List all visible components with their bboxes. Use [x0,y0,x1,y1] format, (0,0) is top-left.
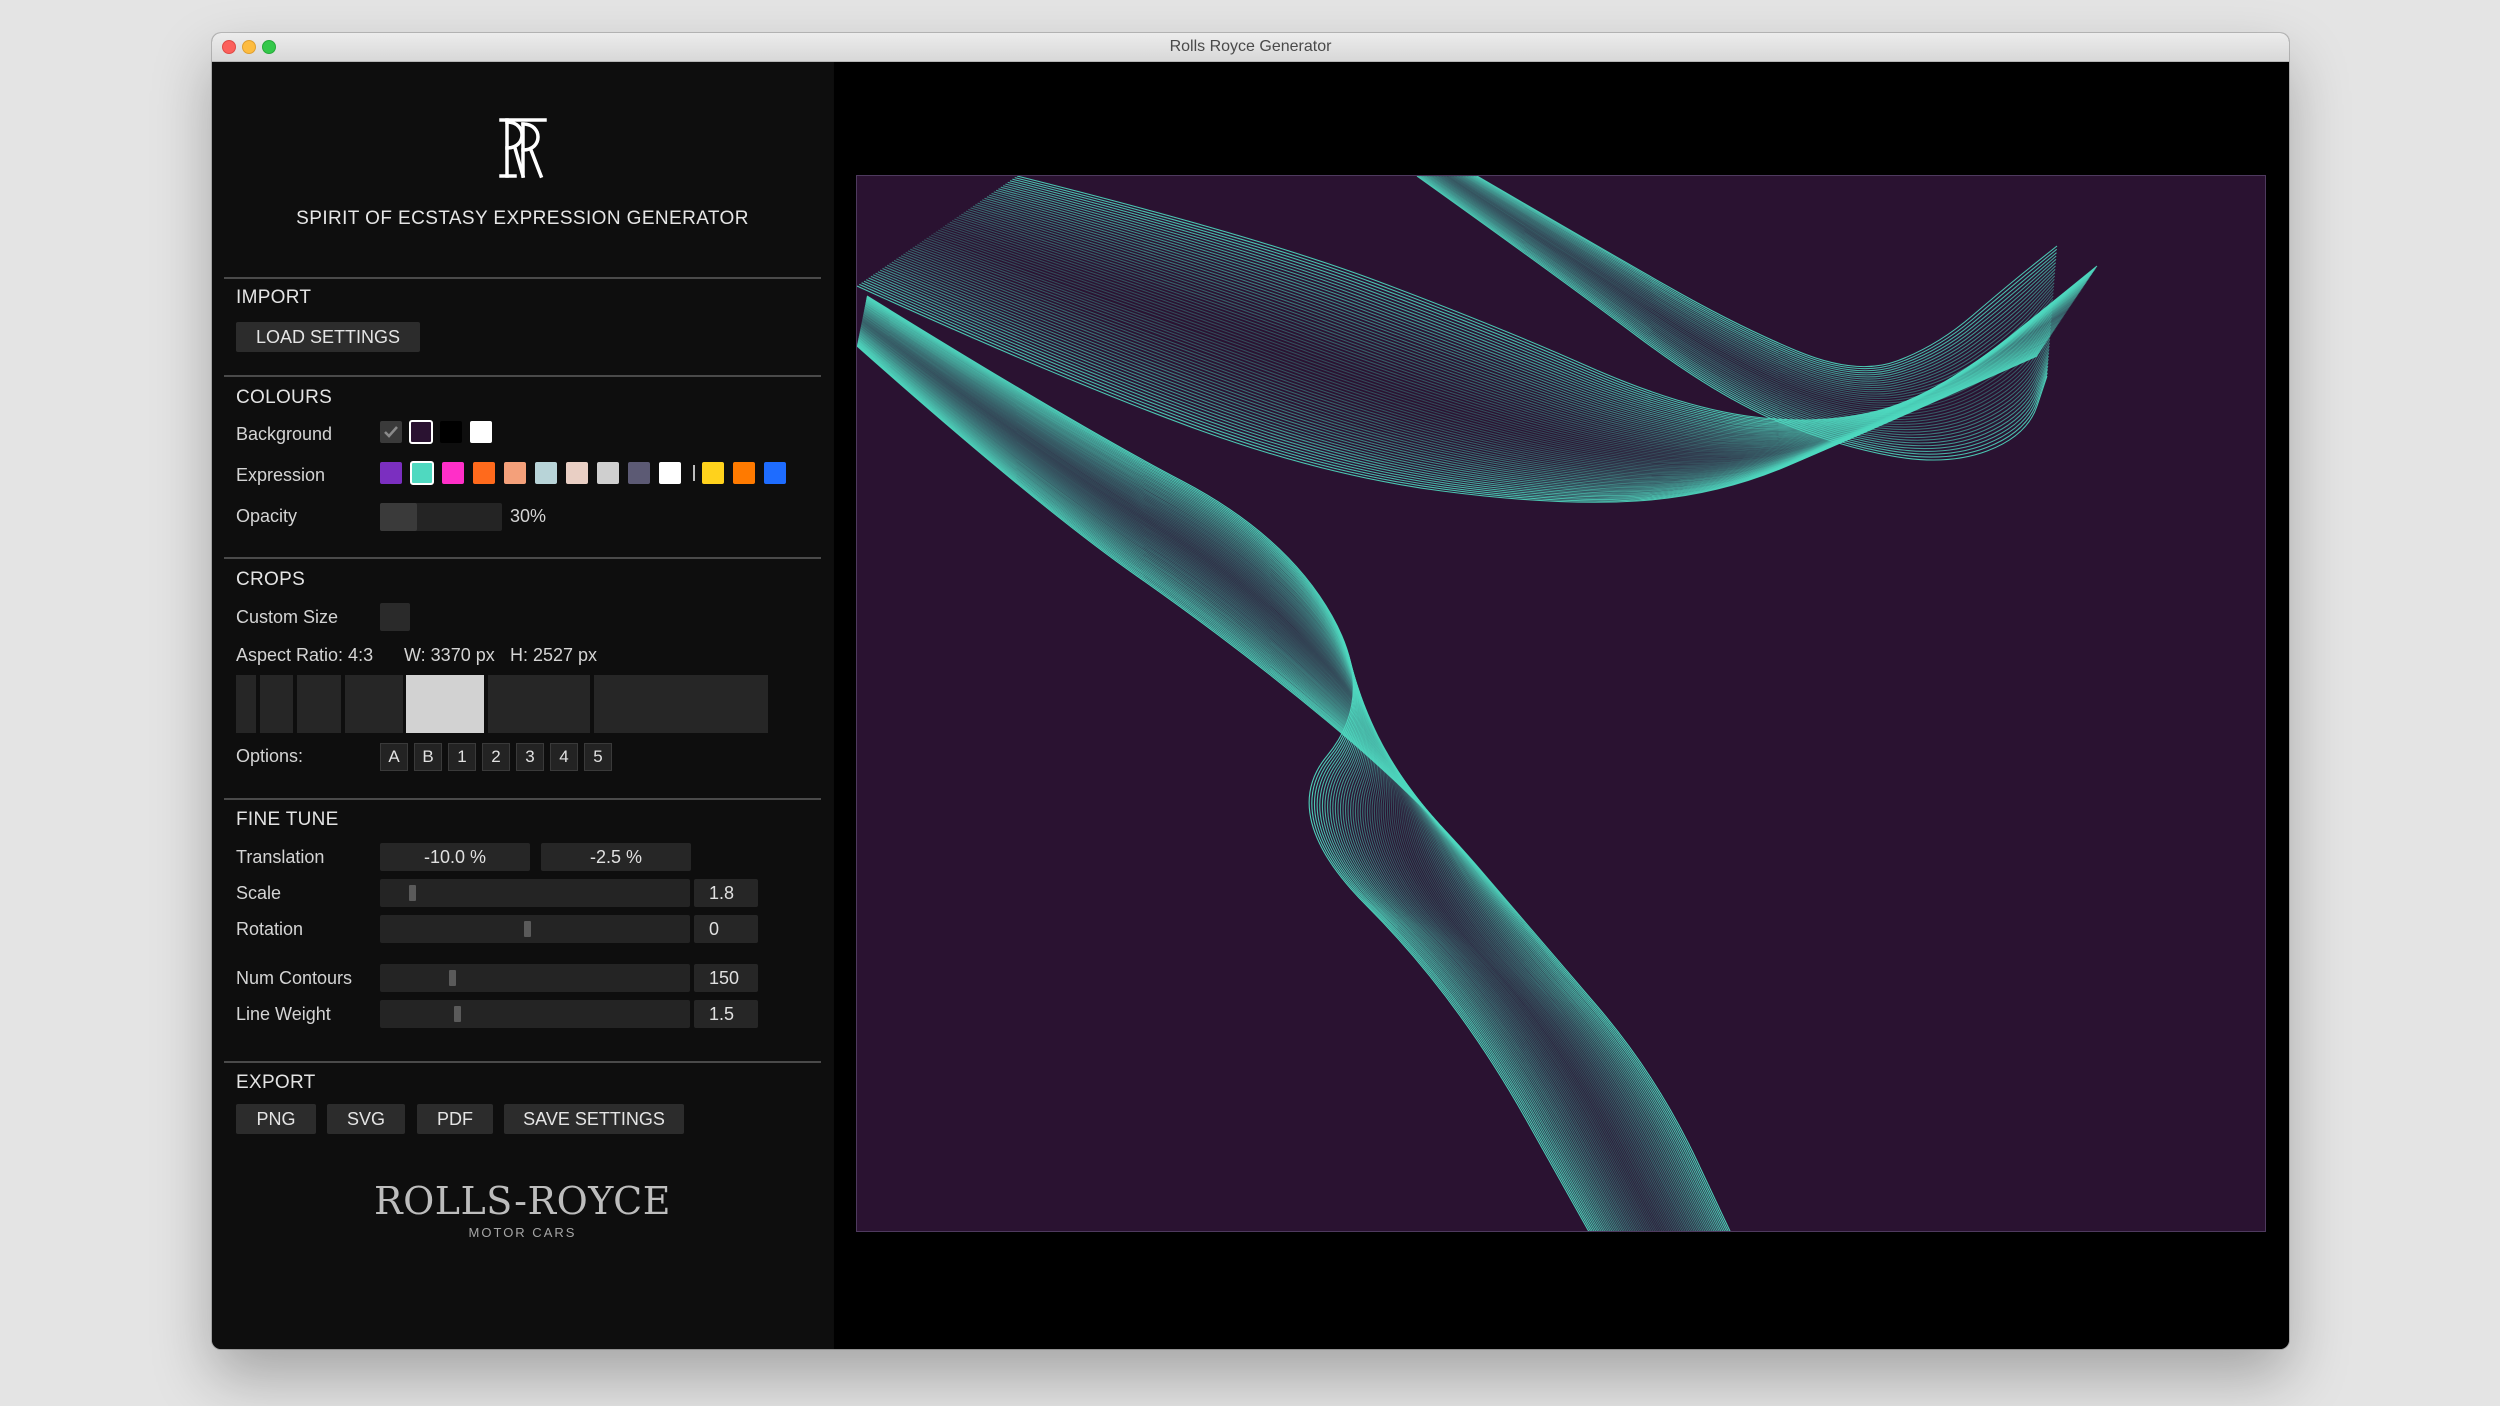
expression-swatch[interactable] [535,462,557,484]
custom-size-label: Custom Size [236,607,339,627]
section-divider [224,375,821,377]
section-divider [224,798,821,800]
rotation-slider[interactable] [380,915,690,943]
translation-x-field[interactable]: -10.0 % [380,843,530,871]
option-button-a[interactable]: A [380,743,408,771]
crop-preset-g[interactable] [594,675,768,733]
option-button-2[interactable]: 2 [482,743,510,771]
expression-swatch[interactable] [380,462,402,484]
aspect-ratio-text: Aspect Ratio: 4:3 [236,645,374,665]
background-swatch[interactable] [409,420,433,444]
num-contours-value[interactable]: 150 [694,964,758,992]
line-weight-label: Line Weight [236,1004,331,1024]
scale-value[interactable]: 1.8 [694,879,758,907]
expression-swatch[interactable] [733,462,755,484]
section-divider [224,277,821,279]
crop-preset-b[interactable] [260,675,293,733]
expression-swatch[interactable] [659,462,681,484]
expression-swatch[interactable] [410,461,434,485]
rotation-value[interactable]: 0 [694,915,758,943]
opacity-label: Opacity [236,506,298,526]
translation-y-field[interactable]: -2.5 % [541,843,691,871]
option-button-4[interactable]: 4 [550,743,578,771]
line-weight-slider[interactable] [380,1000,690,1028]
window-title: Rolls Royce Generator [1169,38,1332,55]
num-contours-slider[interactable] [380,964,690,992]
export-pdf-button[interactable]: PDF [417,1104,493,1134]
motor-cars-subtitle: MOTOR CARS [468,1225,577,1240]
ribbon-artwork [857,176,2265,1231]
expression-swatch[interactable] [628,462,650,484]
option-button-3[interactable]: 3 [516,743,544,771]
opacity-value: 30% [510,506,547,526]
rotation-label: Rotation [236,919,304,939]
expression-artboard[interactable] [856,175,2266,1232]
expression-swatch[interactable] [702,462,724,484]
background-label: Background [236,424,333,444]
crop-preset-a[interactable] [236,675,256,733]
crop-width-text: W: 3370 px [404,645,495,665]
export-svg-button[interactable]: SVG [327,1104,405,1134]
line-weight-value[interactable]: 1.5 [694,1000,758,1028]
options-label: Options: [236,746,304,766]
option-button-1[interactable]: 1 [448,743,476,771]
export-section-title: EXPORT [236,1072,316,1093]
colours-section-title: COLOURS [236,387,333,408]
background-swatch[interactable] [470,421,492,443]
num-contours-slider-handle[interactable] [449,970,456,986]
background-swatch[interactable] [440,421,462,443]
import-section-title: IMPORT [236,287,312,308]
expression-swatch[interactable] [442,462,464,484]
fine-tune-section-title: FINE TUNE [236,809,339,830]
opacity-slider-fill [380,503,417,531]
scale-slider[interactable] [380,879,690,907]
expression-swatch[interactable] [473,462,495,484]
section-divider [224,1061,821,1063]
crops-section-title: CROPS [236,569,306,590]
expression-swatch[interactable] [597,462,619,484]
title-bar[interactable]: Rolls Royce Generator [212,33,2289,62]
option-button-b[interactable]: B [414,743,442,771]
crop-preset-selected[interactable] [406,675,484,733]
rr-monogram-icon [498,118,547,179]
opacity-slider[interactable] [380,503,502,531]
check-icon [384,426,398,438]
expression-swatch[interactable] [764,462,786,484]
crop-preset-f[interactable] [488,675,590,733]
background-transparent-swatch[interactable] [380,421,402,443]
line-weight-slider-handle[interactable] [454,1006,461,1022]
control-sidebar: RR SPIRIT OF ECSTASY EXPRESSION GENERATO… [212,62,833,1349]
section-divider [224,557,821,559]
custom-size-checkbox[interactable] [380,603,410,631]
crop-preset-d[interactable] [345,675,403,733]
export-png-button[interactable]: PNG [236,1104,316,1134]
save-settings-button[interactable]: SAVE SETTINGS [504,1104,684,1134]
rolls-royce-wordmark: ROLLS-ROYCE [374,1179,671,1223]
app-window: Rolls Royce Generator RR SPIRIT OF ECSTA… [212,33,2289,1349]
translation-label: Translation [236,847,325,867]
rr-monogram-logo: RR [212,114,833,189]
app-heading: SPIRIT OF ECSTASY EXPRESSION GENERATOR [296,208,749,229]
expression-label: Expression [236,465,326,485]
rotation-slider-handle[interactable] [524,921,531,937]
option-button-5[interactable]: 5 [584,743,612,771]
crop-preset-c[interactable] [297,675,341,733]
scale-label: Scale [236,883,282,903]
crop-height-text: H: 2527 px [510,645,598,665]
num-contours-label: Num Contours [236,968,353,988]
load-settings-button[interactable]: LOAD SETTINGS [236,322,420,352]
expression-swatch[interactable] [566,462,588,484]
scale-slider-handle[interactable] [409,885,416,901]
swatch-separator [693,465,695,481]
expression-swatch[interactable] [504,462,526,484]
